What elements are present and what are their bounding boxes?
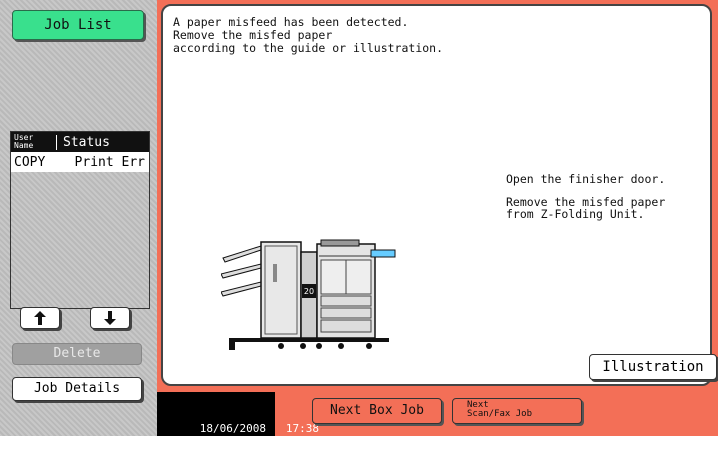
scroll-down-button[interactable]: [90, 307, 130, 329]
misfeed-message: A paper misfeed has been detected. Remov…: [173, 15, 444, 55]
illustration-button[interactable]: Illustration: [589, 354, 717, 380]
memory: Memory 100%: [160, 423, 313, 459]
next-scan-fax-job-button[interactable]: Next Scan/Fax Job: [452, 398, 582, 424]
status-display: 18/06/2008 17:38 Memory 100%: [157, 392, 319, 447]
next-scan-fax-line2: Scan/Fax Job: [467, 409, 533, 419]
printer-illustration: 20: [221, 239, 396, 350]
arrow-down-icon: [104, 311, 116, 325]
job-row[interactable]: COPY Print Err: [11, 152, 149, 172]
misfeed-guide-panel: A paper misfeed has been detected. Remov…: [161, 4, 717, 386]
job-status: Print Err: [74, 154, 145, 170]
main-frame: A paper misfeed has been detected. Remov…: [157, 0, 718, 447]
delete-button[interactable]: Delete: [12, 343, 142, 365]
arrow-up-icon: [34, 311, 46, 325]
control-panel: [370, 249, 396, 258]
job-user: COPY: [14, 154, 46, 170]
finisher-unit: [260, 241, 302, 339]
column-user-name: User Name: [14, 133, 34, 150]
job-table-header: User Name Status: [11, 132, 149, 152]
job-list-empty-area: [11, 172, 149, 308]
next-box-job-button[interactable]: Next Box Job: [312, 398, 442, 424]
instructions: Open the finisher door. Remove the misfe…: [506, 173, 665, 231]
job-panel: Job List User Name Status COPY Print Err…: [0, 0, 157, 436]
finisher-trays-icon: [221, 245, 262, 297]
door-marker-label: 20: [304, 287, 314, 296]
instruction-open-door: Open the finisher door.: [506, 172, 666, 186]
scroll-up-button[interactable]: [20, 307, 60, 329]
job-table: User Name Status COPY Print Err: [10, 131, 150, 309]
instruction-remove-paper: Remove the misfed paper from Z-Folding U…: [506, 195, 666, 221]
job-list-button[interactable]: Job List: [12, 10, 144, 40]
job-details-button[interactable]: Job Details: [12, 377, 142, 401]
column-status: Status: [56, 134, 149, 150]
